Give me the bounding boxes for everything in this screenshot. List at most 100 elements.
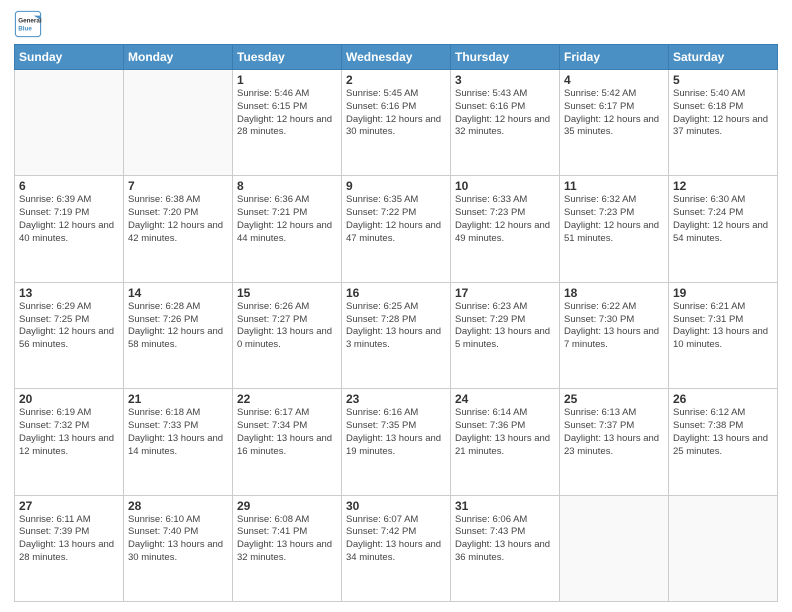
day-number: 19	[673, 286, 773, 300]
day-number: 26	[673, 392, 773, 406]
day-info: Sunrise: 6:16 AMSunset: 7:35 PMDaylight:…	[346, 407, 446, 458]
day-info: Sunrise: 6:18 AMSunset: 7:33 PMDaylight:…	[128, 407, 228, 458]
logo-icon: General Blue	[14, 10, 42, 38]
calendar-cell: 28Sunrise: 6:10 AMSunset: 7:40 PMDayligh…	[124, 495, 233, 601]
calendar-cell: 21Sunrise: 6:18 AMSunset: 7:33 PMDayligh…	[124, 389, 233, 495]
day-number: 1	[237, 73, 337, 87]
day-number: 4	[564, 73, 664, 87]
day-number: 31	[455, 499, 555, 513]
calendar-week-2: 6Sunrise: 6:39 AMSunset: 7:19 PMDaylight…	[15, 176, 778, 282]
calendar-cell: 30Sunrise: 6:07 AMSunset: 7:42 PMDayligh…	[342, 495, 451, 601]
calendar-header-sunday: Sunday	[15, 45, 124, 70]
svg-text:Blue: Blue	[18, 25, 32, 32]
calendar-cell: 17Sunrise: 6:23 AMSunset: 7:29 PMDayligh…	[451, 282, 560, 388]
day-info: Sunrise: 6:11 AMSunset: 7:39 PMDaylight:…	[19, 514, 119, 565]
day-info: Sunrise: 5:40 AMSunset: 6:18 PMDaylight:…	[673, 88, 773, 139]
calendar-week-5: 27Sunrise: 6:11 AMSunset: 7:39 PMDayligh…	[15, 495, 778, 601]
day-number: 8	[237, 179, 337, 193]
logo: General Blue	[14, 10, 42, 38]
day-info: Sunrise: 6:35 AMSunset: 7:22 PMDaylight:…	[346, 194, 446, 245]
calendar-table: SundayMondayTuesdayWednesdayThursdayFrid…	[14, 44, 778, 602]
day-info: Sunrise: 6:30 AMSunset: 7:24 PMDaylight:…	[673, 194, 773, 245]
day-number: 12	[673, 179, 773, 193]
calendar-cell: 6Sunrise: 6:39 AMSunset: 7:19 PMDaylight…	[15, 176, 124, 282]
day-number: 5	[673, 73, 773, 87]
calendar-cell: 8Sunrise: 6:36 AMSunset: 7:21 PMDaylight…	[233, 176, 342, 282]
calendar-cell	[669, 495, 778, 601]
calendar-cell: 20Sunrise: 6:19 AMSunset: 7:32 PMDayligh…	[15, 389, 124, 495]
day-number: 30	[346, 499, 446, 513]
day-info: Sunrise: 6:10 AMSunset: 7:40 PMDaylight:…	[128, 514, 228, 565]
day-info: Sunrise: 6:28 AMSunset: 7:26 PMDaylight:…	[128, 301, 228, 352]
day-number: 2	[346, 73, 446, 87]
day-info: Sunrise: 6:06 AMSunset: 7:43 PMDaylight:…	[455, 514, 555, 565]
calendar-cell: 27Sunrise: 6:11 AMSunset: 7:39 PMDayligh…	[15, 495, 124, 601]
calendar-header-row: SundayMondayTuesdayWednesdayThursdayFrid…	[15, 45, 778, 70]
day-number: 17	[455, 286, 555, 300]
calendar-cell: 10Sunrise: 6:33 AMSunset: 7:23 PMDayligh…	[451, 176, 560, 282]
calendar-cell: 18Sunrise: 6:22 AMSunset: 7:30 PMDayligh…	[560, 282, 669, 388]
calendar-cell: 25Sunrise: 6:13 AMSunset: 7:37 PMDayligh…	[560, 389, 669, 495]
day-info: Sunrise: 6:36 AMSunset: 7:21 PMDaylight:…	[237, 194, 337, 245]
day-number: 6	[19, 179, 119, 193]
calendar-cell: 2Sunrise: 5:45 AMSunset: 6:16 PMDaylight…	[342, 70, 451, 176]
calendar-header-wednesday: Wednesday	[342, 45, 451, 70]
calendar-cell: 16Sunrise: 6:25 AMSunset: 7:28 PMDayligh…	[342, 282, 451, 388]
day-number: 7	[128, 179, 228, 193]
day-info: Sunrise: 6:08 AMSunset: 7:41 PMDaylight:…	[237, 514, 337, 565]
day-info: Sunrise: 6:14 AMSunset: 7:36 PMDaylight:…	[455, 407, 555, 458]
day-number: 10	[455, 179, 555, 193]
calendar-cell: 31Sunrise: 6:06 AMSunset: 7:43 PMDayligh…	[451, 495, 560, 601]
calendar-cell	[560, 495, 669, 601]
calendar-cell: 5Sunrise: 5:40 AMSunset: 6:18 PMDaylight…	[669, 70, 778, 176]
calendar-header-monday: Monday	[124, 45, 233, 70]
calendar-cell: 3Sunrise: 5:43 AMSunset: 6:16 PMDaylight…	[451, 70, 560, 176]
calendar-cell	[15, 70, 124, 176]
day-number: 15	[237, 286, 337, 300]
calendar-cell: 29Sunrise: 6:08 AMSunset: 7:41 PMDayligh…	[233, 495, 342, 601]
day-info: Sunrise: 6:21 AMSunset: 7:31 PMDaylight:…	[673, 301, 773, 352]
calendar-cell: 15Sunrise: 6:26 AMSunset: 7:27 PMDayligh…	[233, 282, 342, 388]
day-number: 13	[19, 286, 119, 300]
day-number: 11	[564, 179, 664, 193]
day-number: 21	[128, 392, 228, 406]
calendar-cell	[124, 70, 233, 176]
calendar-week-3: 13Sunrise: 6:29 AMSunset: 7:25 PMDayligh…	[15, 282, 778, 388]
day-number: 23	[346, 392, 446, 406]
day-info: Sunrise: 6:23 AMSunset: 7:29 PMDaylight:…	[455, 301, 555, 352]
calendar-week-1: 1Sunrise: 5:46 AMSunset: 6:15 PMDaylight…	[15, 70, 778, 176]
calendar-cell: 24Sunrise: 6:14 AMSunset: 7:36 PMDayligh…	[451, 389, 560, 495]
svg-text:General: General	[18, 18, 42, 25]
day-number: 3	[455, 73, 555, 87]
day-number: 27	[19, 499, 119, 513]
day-info: Sunrise: 6:38 AMSunset: 7:20 PMDaylight:…	[128, 194, 228, 245]
day-number: 24	[455, 392, 555, 406]
calendar-cell: 12Sunrise: 6:30 AMSunset: 7:24 PMDayligh…	[669, 176, 778, 282]
day-number: 20	[19, 392, 119, 406]
calendar-cell: 26Sunrise: 6:12 AMSunset: 7:38 PMDayligh…	[669, 389, 778, 495]
page: General Blue SundayMondayTuesdayWednesda…	[0, 0, 792, 612]
day-number: 22	[237, 392, 337, 406]
calendar-cell: 9Sunrise: 6:35 AMSunset: 7:22 PMDaylight…	[342, 176, 451, 282]
day-info: Sunrise: 6:07 AMSunset: 7:42 PMDaylight:…	[346, 514, 446, 565]
day-number: 28	[128, 499, 228, 513]
day-info: Sunrise: 6:33 AMSunset: 7:23 PMDaylight:…	[455, 194, 555, 245]
calendar-header-tuesday: Tuesday	[233, 45, 342, 70]
day-info: Sunrise: 6:29 AMSunset: 7:25 PMDaylight:…	[19, 301, 119, 352]
day-info: Sunrise: 6:13 AMSunset: 7:37 PMDaylight:…	[564, 407, 664, 458]
calendar-cell: 7Sunrise: 6:38 AMSunset: 7:20 PMDaylight…	[124, 176, 233, 282]
day-info: Sunrise: 6:26 AMSunset: 7:27 PMDaylight:…	[237, 301, 337, 352]
calendar-week-4: 20Sunrise: 6:19 AMSunset: 7:32 PMDayligh…	[15, 389, 778, 495]
day-info: Sunrise: 5:46 AMSunset: 6:15 PMDaylight:…	[237, 88, 337, 139]
day-number: 14	[128, 286, 228, 300]
calendar-cell: 22Sunrise: 6:17 AMSunset: 7:34 PMDayligh…	[233, 389, 342, 495]
day-number: 18	[564, 286, 664, 300]
calendar-cell: 13Sunrise: 6:29 AMSunset: 7:25 PMDayligh…	[15, 282, 124, 388]
calendar-cell: 4Sunrise: 5:42 AMSunset: 6:17 PMDaylight…	[560, 70, 669, 176]
calendar-header-thursday: Thursday	[451, 45, 560, 70]
day-number: 25	[564, 392, 664, 406]
day-number: 9	[346, 179, 446, 193]
calendar-cell: 19Sunrise: 6:21 AMSunset: 7:31 PMDayligh…	[669, 282, 778, 388]
calendar-cell: 1Sunrise: 5:46 AMSunset: 6:15 PMDaylight…	[233, 70, 342, 176]
calendar-header-saturday: Saturday	[669, 45, 778, 70]
